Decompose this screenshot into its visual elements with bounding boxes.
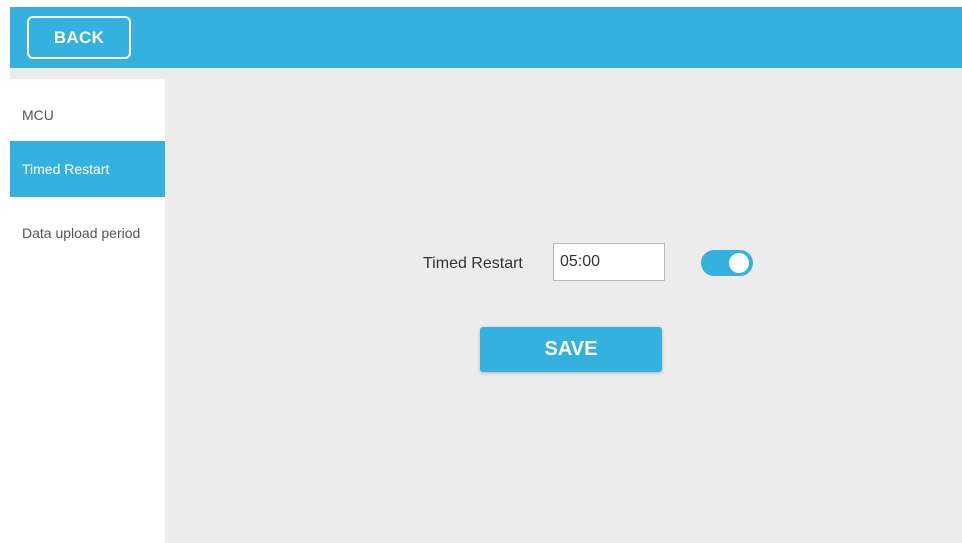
- sidebar: MCU Timed Restart Data upload period: [10, 79, 165, 543]
- back-button[interactable]: BACK: [27, 16, 131, 59]
- restart-time-input[interactable]: [553, 243, 665, 281]
- sidebar-item-mcu[interactable]: MCU: [10, 87, 165, 143]
- sidebar-item-data-upload-period[interactable]: Data upload period: [10, 205, 165, 261]
- sidebar-item-label: Timed Restart: [22, 161, 110, 177]
- top-bar: BACK: [10, 7, 962, 68]
- sidebar-item-label: Data upload period: [22, 225, 141, 241]
- toggle-knob: [729, 253, 749, 273]
- save-button[interactable]: SAVE: [480, 327, 662, 372]
- sidebar-item-timed-restart[interactable]: Timed Restart: [10, 141, 165, 197]
- timed-restart-label: Timed Restart: [423, 255, 523, 272]
- sidebar-item-label: MCU: [22, 107, 54, 123]
- app-window: BACK MCU Timed Restart Data upload perio…: [10, 7, 962, 543]
- timed-restart-toggle[interactable]: [701, 250, 753, 276]
